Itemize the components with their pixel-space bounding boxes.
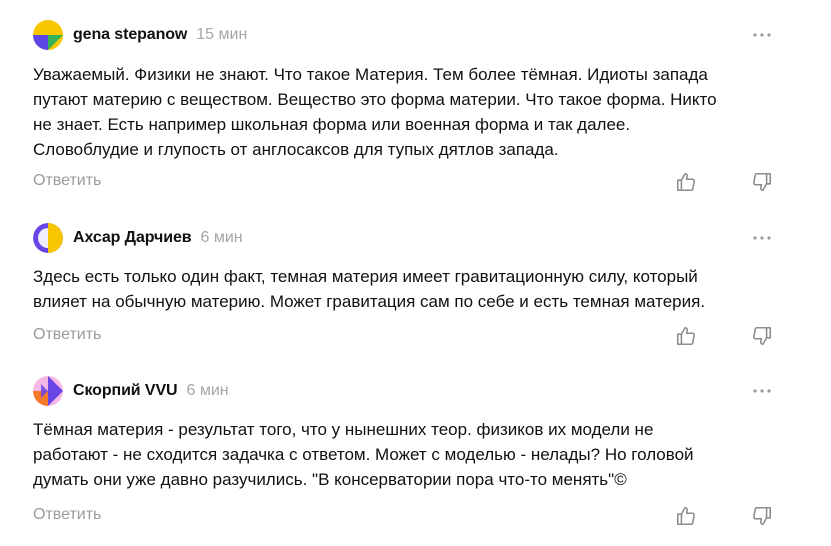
avatar[interactable]	[33, 223, 63, 253]
reply-button[interactable]: Ответить	[33, 172, 101, 190]
avatar[interactable]	[33, 376, 63, 406]
comment-header: Ахсар Дарчиев 6 мин	[33, 222, 243, 254]
author-name[interactable]: gena stepanow	[73, 26, 187, 44]
more-options-icon[interactable]	[751, 227, 773, 249]
comment-time: 15 мин	[196, 26, 248, 43]
comment-actions: Ответить	[0, 504, 831, 530]
comment-actions: Ответить	[0, 324, 831, 350]
thumbs-up-icon[interactable]	[674, 324, 698, 348]
comment-time: 6 мин	[186, 382, 229, 399]
thumbs-up-icon[interactable]	[674, 170, 698, 194]
reply-button[interactable]: Ответить	[33, 326, 101, 344]
avatar-icon	[33, 376, 63, 406]
comment-actions: Ответить	[0, 170, 831, 196]
more-options-icon[interactable]	[751, 380, 773, 402]
comment-text: Здесь есть только один факт, темная мате…	[33, 267, 706, 311]
comment-text: Тёмная материя - результат того, что у н…	[33, 420, 694, 489]
avatar[interactable]	[33, 20, 63, 50]
thumbs-down-icon[interactable]	[750, 170, 774, 194]
author-name[interactable]: Скорпий VVU	[73, 382, 178, 400]
author-name[interactable]: Ахсар Дарчиев	[73, 229, 192, 247]
comment-text: Уважаемый. Физики не знают. Что такое Ма…	[33, 65, 717, 159]
avatar-icon	[33, 20, 63, 50]
thumbs-down-icon[interactable]	[750, 324, 774, 348]
comment-header: gena stepanow 15 мин	[33, 19, 247, 51]
avatar-icon	[33, 223, 63, 253]
more-options-icon[interactable]	[751, 24, 773, 46]
thumbs-up-icon[interactable]	[674, 504, 698, 528]
comment-time: 6 мин	[200, 229, 243, 246]
reply-button[interactable]: Ответить	[33, 506, 101, 524]
thumbs-down-icon[interactable]	[750, 504, 774, 528]
comment-header: Скорпий VVU 6 мин	[33, 375, 229, 407]
